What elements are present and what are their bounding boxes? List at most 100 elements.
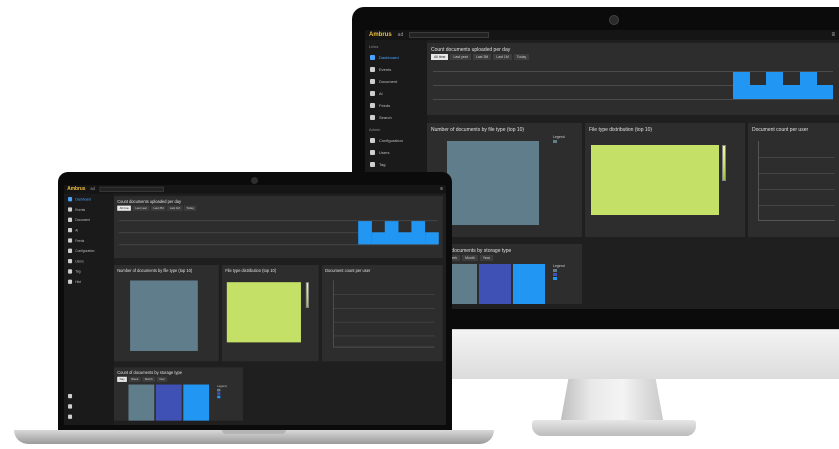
panel-title: Count of documents by storage type xyxy=(117,370,182,376)
imac-stand xyxy=(560,379,664,425)
sidebar-item-configuration[interactable]: Configuration xyxy=(64,245,114,255)
sidebar-item-users[interactable]: Users xyxy=(64,256,114,266)
help-icon xyxy=(68,393,73,398)
timeline-bar xyxy=(816,85,834,99)
chip-year[interactable]: Year xyxy=(156,376,168,382)
user-count-panel: Document count per user xyxy=(748,123,839,237)
treemap-panel: File type distribution (top 10) xyxy=(221,264,319,362)
treemap-tile[interactable] xyxy=(226,282,301,343)
sidebar-item-ai[interactable]: Ai xyxy=(365,87,427,99)
xy-plot xyxy=(758,141,835,221)
sidebar-item-search[interactable]: Search xyxy=(365,111,427,123)
chip-all-time[interactable]: All time xyxy=(117,205,132,211)
sidebar-item-document[interactable]: Document xyxy=(365,75,427,87)
timeline-panel: Count documents uploaded per day All tim… xyxy=(427,43,839,115)
bar xyxy=(128,384,155,421)
chip-last-year[interactable]: Last year xyxy=(450,54,471,60)
hint-icon xyxy=(68,279,73,284)
legend-swatch xyxy=(553,139,557,143)
chip-week[interactable]: Week xyxy=(128,376,141,382)
feeds-icon xyxy=(68,237,73,243)
treemap-panel: File type distribution (top 10) xyxy=(585,123,745,237)
sidebar-item-dashboard[interactable]: Dashboard xyxy=(64,194,114,204)
project-select[interactable] xyxy=(409,32,490,38)
sidebar-item-tag[interactable]: Tag xyxy=(64,266,114,276)
chip-last-1m[interactable]: Last 1M xyxy=(493,54,512,60)
chip-today[interactable]: Today xyxy=(513,54,530,60)
timeline-bar xyxy=(733,71,751,99)
sidebar: Dashboard Events Document Ai Feeds Confi… xyxy=(64,193,114,425)
chip-last-3m[interactable]: Last 3M xyxy=(150,205,166,211)
color-scale xyxy=(305,282,310,308)
timeline-bar xyxy=(411,220,426,245)
treemap-tile[interactable] xyxy=(591,145,719,215)
topbar-text: ad xyxy=(397,32,404,38)
sidebar-item-feeds[interactable]: Feeds xyxy=(365,99,427,111)
hamburger-icon[interactable]: ≡ xyxy=(440,187,443,192)
user-icon xyxy=(370,149,375,155)
sidebar-item-users[interactable]: Users xyxy=(365,146,427,158)
grid-line xyxy=(334,335,435,337)
sidebar-item-events[interactable]: Events xyxy=(365,63,427,75)
device-mockup-scene: Ambrus ad ≡ Links Dashboard Events Docum… xyxy=(0,0,839,449)
hamburger-icon[interactable]: ≡ xyxy=(831,32,835,38)
search-icon xyxy=(370,114,375,120)
bar-plot xyxy=(443,139,543,225)
sidebar-item-hint[interactable]: Hint xyxy=(64,276,114,286)
bar xyxy=(447,141,539,225)
legend: Legend xyxy=(553,135,565,143)
project-select[interactable] xyxy=(99,186,165,192)
sidebar-item-tag[interactable]: Tag xyxy=(365,158,427,170)
user-icon xyxy=(68,258,73,263)
sidebar-item-feeds[interactable]: Feeds xyxy=(64,235,114,245)
document-icon xyxy=(370,78,375,84)
sidebar-item-document[interactable]: Document xyxy=(64,214,114,224)
panel-title: File type distribution (top 10) xyxy=(225,268,277,274)
topbar-text: ad xyxy=(90,186,95,192)
chip-month[interactable]: Month xyxy=(462,255,478,261)
sidebar-item-help[interactable] xyxy=(64,391,114,401)
chip-last-1m[interactable]: Last 1M xyxy=(167,205,183,211)
timeline-bar xyxy=(799,71,817,99)
tag-icon xyxy=(370,161,375,167)
timeline-bar xyxy=(424,232,439,245)
bar xyxy=(183,384,210,421)
chip-month[interactable]: Month xyxy=(142,376,155,382)
chip-today[interactable]: Today xyxy=(183,205,197,211)
document-icon xyxy=(68,217,73,222)
chip-day[interactable]: Day xyxy=(117,376,128,382)
laptop-notch xyxy=(222,430,286,434)
imac-camera-icon xyxy=(609,15,619,25)
top-bar: Ambrus ad ≡ xyxy=(365,30,839,40)
storage-bars xyxy=(445,264,549,304)
sidebar-group-label: Admin xyxy=(369,127,381,132)
chip-year[interactable]: Year xyxy=(479,255,493,261)
sidebar-item-configuration[interactable]: Configuration xyxy=(365,134,427,146)
grid-line xyxy=(759,173,835,174)
events-icon xyxy=(370,66,375,72)
bar xyxy=(513,264,545,304)
panel-title: File type distribution (top 10) xyxy=(589,127,653,133)
sidebar-footer xyxy=(64,391,114,422)
feeds-icon xyxy=(370,102,375,108)
sidebar-item-ai[interactable]: Ai xyxy=(64,225,114,235)
panel-title: Count documents uploaded per day xyxy=(431,47,511,53)
legend-title: Legend xyxy=(553,135,565,139)
sidebar-item-settings[interactable] xyxy=(64,401,114,411)
grid-line xyxy=(118,244,438,246)
grid-line xyxy=(334,307,435,309)
range-chips: All time Last year Last 3M Last 1M Today xyxy=(117,205,197,211)
timeline-bar xyxy=(749,85,767,99)
app-logo[interactable]: Ambrus xyxy=(67,187,85,192)
chip-last-3m[interactable]: Last 3M xyxy=(472,54,492,60)
app-logo[interactable]: Ambrus xyxy=(369,32,392,38)
sidebar-item-events[interactable]: Events xyxy=(64,204,114,214)
sidebar-item-logout[interactable] xyxy=(64,411,114,421)
sidebar-item-dashboard[interactable]: Dashboard xyxy=(365,51,427,63)
grid-line xyxy=(334,321,435,323)
chip-last-year[interactable]: Last year xyxy=(132,205,150,211)
chip-all-time[interactable]: All time xyxy=(431,54,449,60)
grid-line xyxy=(334,294,435,296)
panel-title: Count documents uploaded per day xyxy=(117,199,182,205)
imac-foot xyxy=(532,420,696,436)
